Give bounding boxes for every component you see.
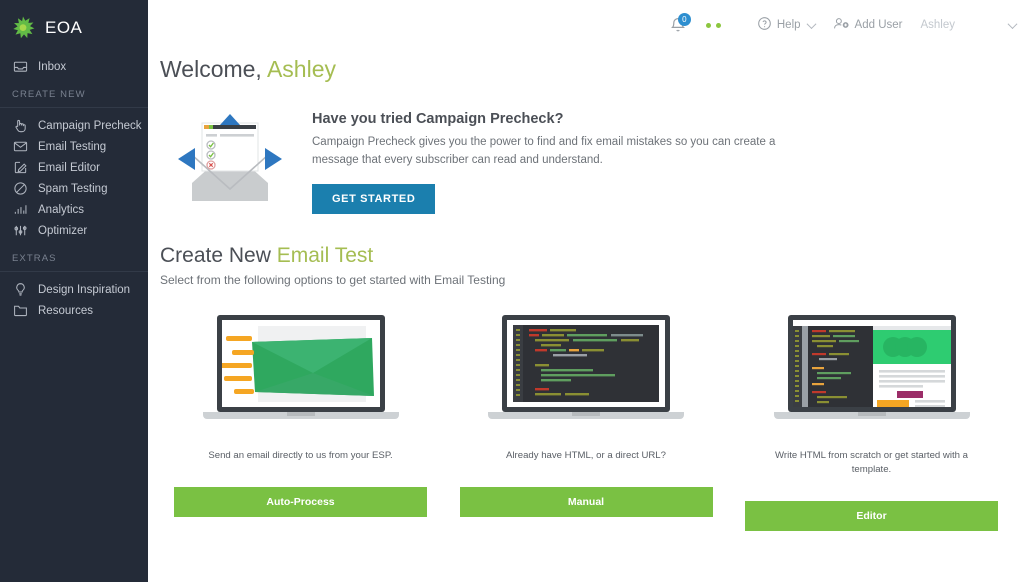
help-label: Help: [776, 19, 801, 31]
notifications-button[interactable]: 0: [668, 13, 691, 35]
card-caption: Already have HTML, or a direct URL?: [506, 449, 666, 461]
sidebar-item-email-editor[interactable]: Email Editor: [0, 157, 148, 178]
help-menu[interactable]: Help: [757, 16, 816, 34]
sidebar-item-label: Analytics: [38, 203, 85, 216]
option-card-auto-process: Send an email directly to us from your E…: [174, 313, 427, 532]
laptop-screen: [507, 319, 665, 407]
option-card-manual: Already have HTML, or a direct URL? Manu…: [459, 313, 713, 532]
laptop-split-code-preview-illustration: [772, 313, 972, 433]
sidebar-create-new-list: Campaign Precheck Email Testing Email Ed…: [0, 115, 148, 241]
laptop-lid: [502, 314, 670, 412]
brand-logo[interactable]: EOA: [0, 0, 148, 56]
bar-chart-icon: [12, 201, 29, 218]
laptop-lid: [216, 314, 385, 412]
card-button-wrap: Manual: [459, 487, 713, 518]
card-caption: Send an email directly to us from your E…: [208, 449, 393, 461]
promo-body: Have you tried Campaign Precheck? Campai…: [312, 105, 787, 214]
green-splat-logo-icon: [10, 15, 36, 41]
sidebar-item-spam-testing[interactable]: Spam Testing: [0, 178, 148, 199]
laptop-notch: [857, 411, 886, 416]
no-entry-icon: [12, 180, 29, 197]
sidebar-item-label: Optimizer: [38, 224, 88, 237]
sidebar-item-label: Spam Testing: [38, 182, 108, 195]
laptop-notch: [286, 411, 315, 416]
laptop-code-editor-illustration: [486, 313, 686, 433]
sidebar-item-campaign-precheck[interactable]: Campaign Precheck: [0, 115, 148, 136]
welcome-user-name: Ashley: [266, 56, 336, 82]
laptop-notch: [572, 411, 600, 416]
laptop-screen: [221, 319, 380, 407]
lightbulb-icon: [12, 281, 29, 298]
promo-title: Have you tried Campaign Precheck?: [312, 111, 564, 127]
chevron-down-icon: [806, 18, 816, 29]
card-button-wrap: Auto-Process: [174, 487, 427, 518]
welcome-greeting: Welcome,: [160, 56, 262, 82]
sidebar-item-resources[interactable]: Resources: [0, 300, 148, 321]
sidebar-item-optimizer[interactable]: Optimizer: [0, 220, 148, 241]
laptop-lid: [787, 314, 956, 412]
status-dot: [715, 22, 721, 28]
laptop-screen: [792, 319, 951, 407]
card-caption: Write HTML from scratch or get started w…: [775, 449, 968, 476]
section-title: Create New Email Test: [160, 244, 1024, 268]
sliders-icon: [12, 222, 29, 239]
add-user-icon: [833, 16, 850, 34]
envelope-icon: [12, 138, 29, 155]
top-bar: 0 Help Add User Ashley: [148, 0, 1024, 50]
hand-cursor-icon: [12, 117, 29, 134]
open-envelope-checklist-illustration: [176, 105, 284, 205]
status-dot: [705, 22, 711, 28]
sidebar-divider: [0, 107, 148, 108]
option-card-editor: Write HTML from scratch or get started w…: [745, 313, 998, 532]
auto-process-button[interactable]: Auto-Process: [174, 487, 427, 518]
add-user-label: Add User: [854, 19, 903, 31]
sidebar-item-label: Inbox: [38, 60, 67, 73]
main-content: 0 Help Add User Ashley Welcome, Ashley H…: [148, 0, 1024, 582]
sidebar-item-label: Email Editor: [38, 161, 100, 174]
campaign-precheck-promo: Have you tried Campaign Precheck? Campai…: [148, 83, 1024, 214]
user-name: Ashley: [920, 19, 955, 31]
brand-name: EOA: [45, 18, 83, 37]
notification-count-badge: 0: [677, 13, 691, 26]
sidebar-item-inbox[interactable]: Inbox: [0, 56, 148, 77]
option-cards: Send an email directly to us from your E…: [148, 287, 1024, 532]
laptop-envelope-speed-illustration: [201, 313, 401, 433]
editor-button[interactable]: Editor: [745, 501, 998, 532]
create-new-header: Create New Email Test Select from the fo…: [148, 214, 1024, 287]
bell-notification-icon: 0: [668, 13, 691, 35]
card-button-wrap: Editor: [745, 501, 998, 532]
sidebar-item-label: Resources: [38, 304, 93, 317]
section-subtitle: Select from the following options to get…: [160, 272, 506, 287]
status-dots[interactable]: [705, 22, 721, 28]
folder-icon: [12, 302, 29, 319]
user-menu[interactable]: Ashley: [920, 19, 955, 31]
sidebar-item-label: Design Inspiration: [38, 283, 131, 296]
promo-description: Campaign Precheck gives you the power to…: [312, 136, 776, 166]
sidebar-item-analytics[interactable]: Analytics: [0, 199, 148, 220]
add-user-button[interactable]: Add User: [833, 16, 903, 34]
chevron-down-icon: [1007, 18, 1018, 29]
sidebar-item-design-inspiration[interactable]: Design Inspiration: [0, 279, 148, 300]
sidebar-item-email-testing[interactable]: Email Testing: [0, 136, 148, 157]
manual-button[interactable]: Manual: [459, 487, 713, 518]
sidebar: EOA Inbox CREATE NEW Campaign Precheck E…: [0, 0, 148, 582]
inbox-icon: [12, 58, 29, 75]
section-title-accent: Email Test: [276, 243, 374, 267]
question-circle-icon: [757, 16, 772, 34]
page-title: Welcome, Ashley: [148, 50, 1024, 83]
get-started-button[interactable]: GET STARTED: [312, 183, 436, 214]
section-title-prefix: Create New: [160, 243, 271, 267]
sidebar-item-label: Campaign Precheck: [38, 119, 142, 132]
sidebar-divider: [0, 271, 148, 272]
pencil-square-icon: [12, 159, 29, 176]
sidebar-section-extras: EXTRAS: [12, 253, 57, 264]
sidebar-section-create-new: CREATE NEW: [12, 89, 86, 100]
user-menu-toggle[interactable]: [1007, 18, 1018, 29]
sidebar-item-label: Email Testing: [38, 140, 107, 153]
